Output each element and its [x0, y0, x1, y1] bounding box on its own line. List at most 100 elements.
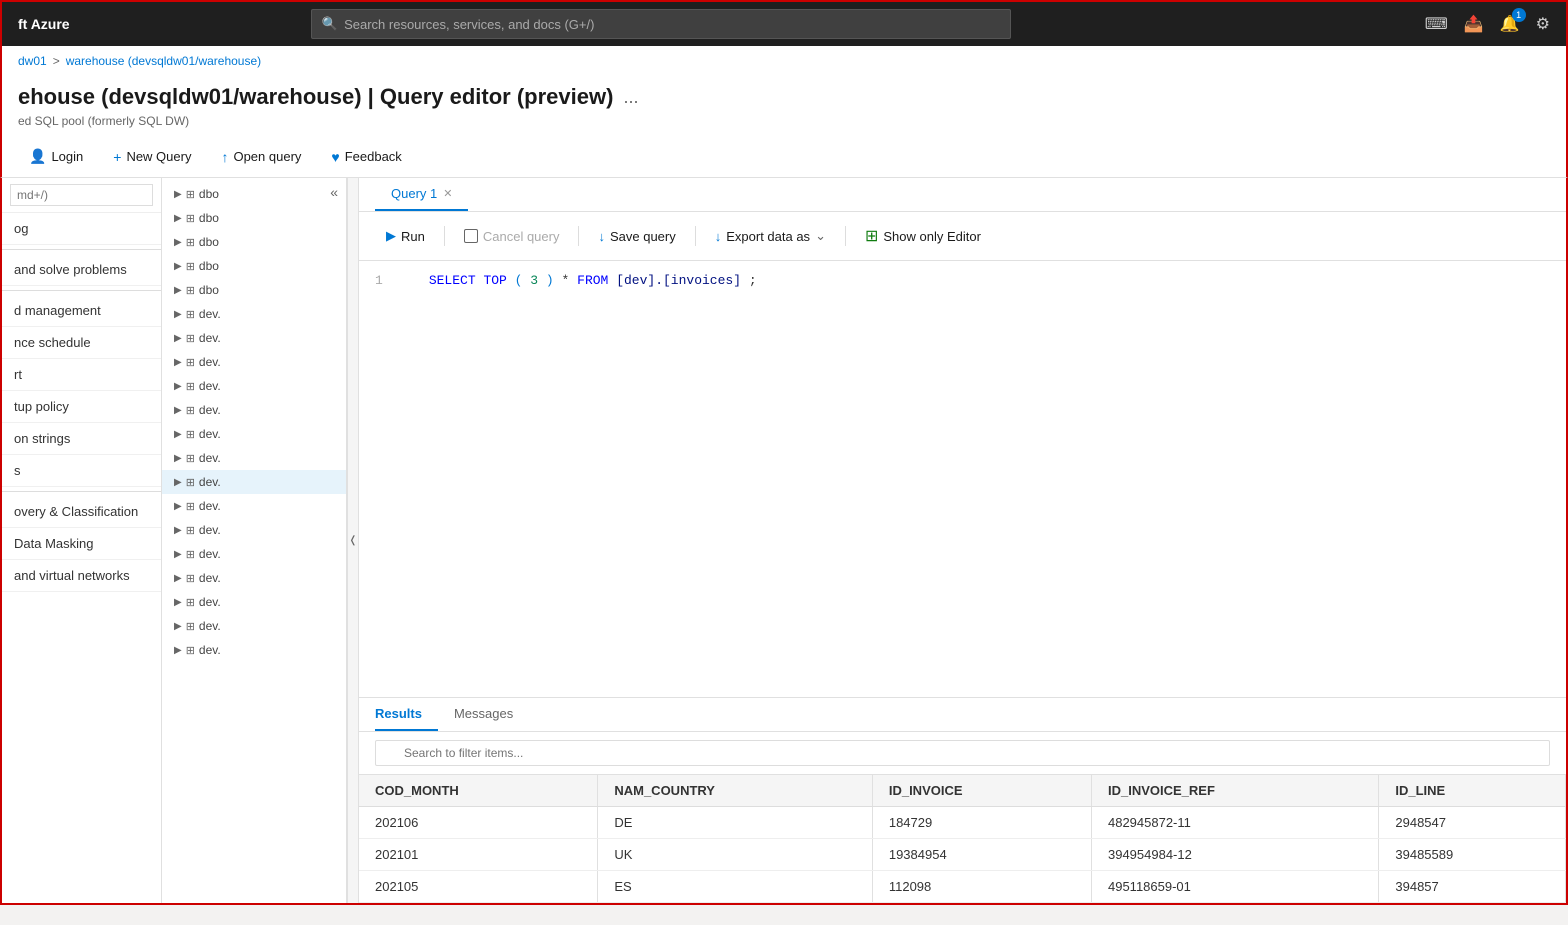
breadcrumb-link-dw01[interactable]: dw01 — [18, 54, 47, 68]
sidebar-item-4[interactable]: ▶ ⊞ dbo — [162, 278, 346, 302]
left-nav-item-classification[interactable]: overy & Classification — [2, 496, 161, 528]
notification-icon[interactable]: 🔔 1 — [1500, 14, 1520, 34]
sidebar-item-18[interactable]: ▶ ⊞ dev. — [162, 614, 346, 638]
left-nav-item-og[interactable]: og — [2, 213, 161, 245]
run-label: Run — [401, 229, 425, 244]
run-button[interactable]: ▶ Run — [375, 222, 436, 250]
sidebar-item-label: dev. — [199, 451, 221, 465]
sidebar-item-17[interactable]: ▶ ⊞ dev. — [162, 590, 346, 614]
left-nav-item-management[interactable]: d management — [2, 295, 161, 327]
left-nav-separator — [2, 249, 161, 250]
sidebar-item-19[interactable]: ▶ ⊞ dev. — [162, 638, 346, 662]
table-cell-r2-c0: 202105 — [359, 871, 598, 903]
results-tab-messages[interactable]: Messages — [454, 698, 529, 731]
table-icon: ⊞ — [186, 284, 195, 297]
sidebar-item-15[interactable]: ▶ ⊞ dev. — [162, 542, 346, 566]
global-search[interactable]: 🔍 Search resources, services, and docs (… — [311, 9, 1011, 39]
sidebar-item-14[interactable]: ▶ ⊞ dev. — [162, 518, 346, 542]
sidebar-item-6[interactable]: ▶ ⊞ dev. — [162, 326, 346, 350]
feedback-icon[interactable]: 📤 — [1464, 14, 1484, 34]
left-nav-search[interactable] — [10, 184, 153, 206]
open-query-button[interactable]: ↑ Open query — [210, 143, 312, 171]
left-nav-item-rt[interactable]: rt — [2, 359, 161, 391]
results-search-wrap: 🔍 — [375, 740, 1550, 766]
star: * — [562, 273, 570, 288]
results-search-input[interactable] — [375, 740, 1550, 766]
sidebar-item-16[interactable]: ▶ ⊞ dev. — [162, 566, 346, 590]
collapse-handle[interactable]: ❬ — [347, 178, 359, 903]
results-tab-results[interactable]: Results — [375, 698, 438, 731]
left-nav-item-s[interactable]: s — [2, 455, 161, 487]
sidebar-item-13[interactable]: ▶ ⊞ dev. — [162, 494, 346, 518]
new-query-button[interactable]: + New Query — [102, 143, 202, 171]
sidebar-item-label: dbo — [199, 211, 219, 225]
tab-close-icon[interactable]: ✕ — [443, 187, 452, 200]
table-icon: ⊞ — [186, 428, 195, 441]
code-editor[interactable]: 1 SELECT TOP ( 3 ) * FROM [dev].[invoice… — [359, 261, 1566, 697]
sidebar-item-10[interactable]: ▶ ⊞ dev. — [162, 422, 346, 446]
sidebar-item-9[interactable]: ▶ ⊞ dev. — [162, 398, 346, 422]
sidebar-item-label: dev. — [199, 307, 221, 321]
sidebar-item-3[interactable]: ▶ ⊞ dbo — [162, 254, 346, 278]
chevron-icon: ▶ — [174, 357, 182, 368]
table-icon: ⊞ — [186, 596, 195, 609]
table-cell-r2-c1: ES — [598, 871, 873, 903]
sidebar-item-1[interactable]: ▶ ⊞ dbo — [162, 206, 346, 230]
sidebar-item-12[interactable]: ▶ ⊞ dev. — [162, 470, 346, 494]
left-nav-item-masking[interactable]: Data Masking — [2, 528, 161, 560]
terminal-icon[interactable]: ⌨ — [1425, 14, 1448, 34]
export-button[interactable]: ↓ Export data as ⌄ — [704, 222, 837, 250]
query-tab-1[interactable]: Query 1 ✕ — [375, 178, 468, 211]
chevron-icon: ▶ — [174, 237, 182, 248]
save-query-button[interactable]: ↓ Save query — [587, 223, 686, 250]
sidebar-item-label: dev. — [199, 475, 221, 489]
login-button[interactable]: 👤 Login — [18, 142, 94, 171]
table-cell-r2-c4: 394857 — [1379, 871, 1566, 903]
left-nav-item-policy[interactable]: tup policy — [2, 391, 161, 423]
left-nav-item-solve[interactable]: and solve problems — [2, 254, 161, 286]
sidebar-item-label: dbo — [199, 283, 219, 297]
table-icon: ⊞ — [186, 572, 195, 585]
chevron-icon: ▶ — [174, 309, 182, 320]
save-icon: ↓ — [598, 229, 605, 244]
breadcrumb-link-warehouse[interactable]: warehouse (devsqldw01/warehouse) — [66, 54, 261, 68]
settings-icon[interactable]: ⚙ — [1536, 14, 1550, 34]
sidebar-item-0[interactable]: ▶ ⊞ dbo — [162, 182, 346, 206]
left-nav-item-schedule[interactable]: nce schedule — [2, 327, 161, 359]
results-table: COD_MONTH NAM_COUNTRY ID_INVOICE ID_INVO… — [359, 775, 1566, 903]
cancel-query-button[interactable]: Cancel query — [453, 223, 571, 250]
results-table-header-row: COD_MONTH NAM_COUNTRY ID_INVOICE ID_INVO… — [359, 775, 1566, 807]
left-nav-item-networks[interactable]: and virtual networks — [2, 560, 161, 592]
sidebar-item-11[interactable]: ▶ ⊞ dev. — [162, 446, 346, 470]
chevron-icon: ▶ — [174, 453, 182, 464]
left-nav-item-strings[interactable]: on strings — [2, 423, 161, 455]
chevron-icon: ▶ — [174, 285, 182, 296]
show-only-editor-label: Show only Editor — [883, 229, 981, 244]
table-cell-r0-c4: 2948547 — [1379, 807, 1566, 839]
feedback-button[interactable]: ♥ Feedback — [320, 143, 412, 171]
more-options-icon[interactable]: ... — [623, 87, 638, 108]
semicolon: ; — [749, 273, 757, 288]
open-query-icon: ↑ — [221, 149, 228, 165]
sidebar-item-label: dev. — [199, 403, 221, 417]
toolbar-sep-3 — [695, 226, 696, 246]
results-table-wrap: COD_MONTH NAM_COUNTRY ID_INVOICE ID_INVO… — [359, 775, 1566, 903]
table-cell-r2-c3: 495118659-01 — [1091, 871, 1378, 903]
show-only-editor-button[interactable]: ⊞ Show only Editor — [854, 220, 992, 252]
chevron-icon: ▶ — [174, 381, 182, 392]
sidebar-item-5[interactable]: ▶ ⊞ dev. — [162, 302, 346, 326]
new-query-icon: + — [113, 149, 121, 165]
table-icon: ⊞ — [186, 332, 195, 345]
line-number-1: 1 — [375, 273, 405, 288]
table-icon: ⊞ — [186, 404, 195, 417]
breadcrumb: dw01 > warehouse (devsqldw01/warehouse) — [0, 46, 1568, 76]
sidebar-item-8[interactable]: ▶ ⊞ dev. — [162, 374, 346, 398]
page-subtitle: ed SQL pool (formerly SQL DW) — [0, 114, 1568, 136]
results-table-head: COD_MONTH NAM_COUNTRY ID_INVOICE ID_INVO… — [359, 775, 1566, 807]
results-table-body: 202106DE184729482945872-112948547202101U… — [359, 807, 1566, 903]
sidebar-item-7[interactable]: ▶ ⊞ dev. — [162, 350, 346, 374]
sidebar-collapse-button[interactable]: « — [326, 182, 342, 202]
table-icon: ⊞ — [186, 500, 195, 513]
sidebar-item-2[interactable]: ▶ ⊞ dbo — [162, 230, 346, 254]
toolbar-sep-1 — [444, 226, 445, 246]
